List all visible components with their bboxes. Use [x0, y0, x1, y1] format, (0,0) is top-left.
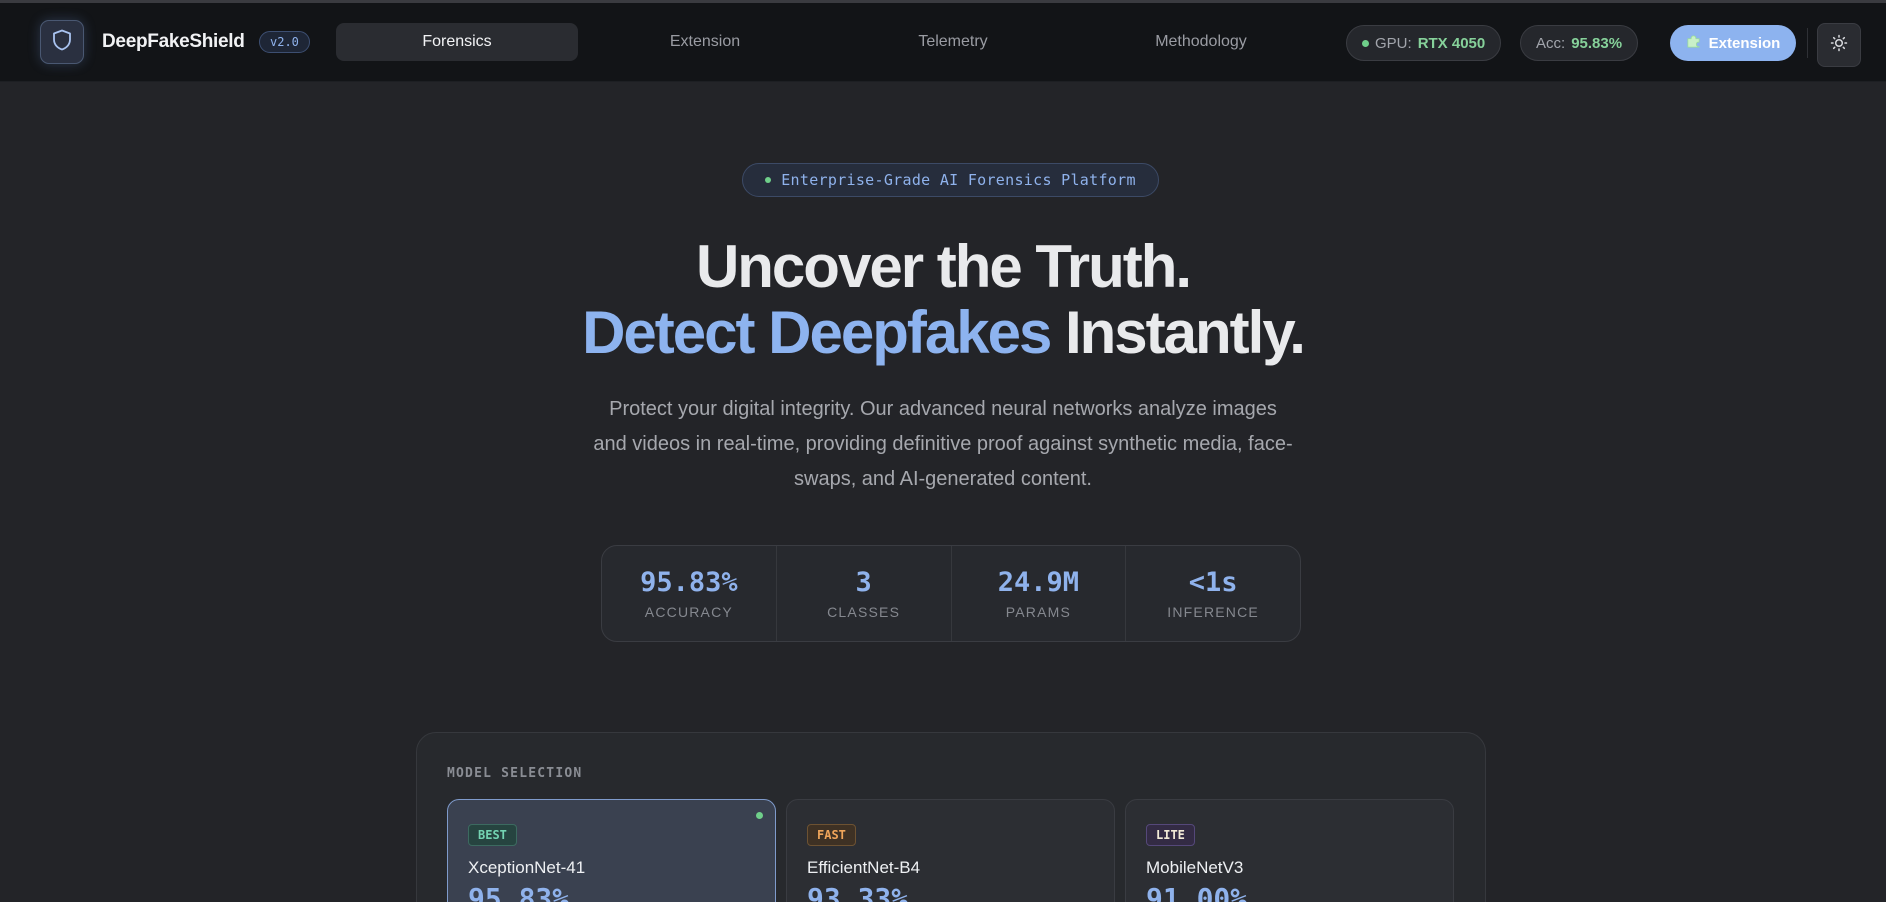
stat-value: 3	[855, 567, 872, 598]
shield-icon	[52, 29, 72, 56]
selected-indicator-icon	[756, 812, 763, 819]
extension-button-label: Extension	[1708, 34, 1781, 52]
status-dot-icon	[765, 177, 772, 183]
acc-label: Acc:	[1536, 34, 1566, 52]
stat-inference: <1s INFERENCE	[1126, 546, 1300, 641]
model-name: MobileNetV3	[1146, 858, 1244, 877]
platform-badge-text: Enterprise-Grade AI Forensics Platform	[781, 171, 1136, 189]
divider	[1807, 28, 1808, 58]
model-card-efficientnet[interactable]: FAST EfficientNet-B4 93.33%	[786, 799, 1115, 902]
accuracy-status-pill: Acc: 95.83%	[1520, 25, 1639, 61]
tab-telemetry[interactable]: Telemetry	[832, 23, 1074, 61]
gpu-value: RTX 4050	[1417, 34, 1486, 52]
stat-label: ACCURACY	[644, 604, 733, 620]
hero-title-rest: Instantly.	[1050, 299, 1306, 366]
model-tag: BEST	[468, 824, 517, 846]
model-selection-title: MODEL SELECTION	[447, 766, 583, 781]
model-tag: LITE	[1146, 824, 1195, 846]
stat-classes: 3 CLASSES	[777, 546, 952, 641]
status-dot-icon	[1362, 39, 1369, 47]
tab-methodology[interactable]: Methodology	[1080, 23, 1322, 61]
brand-name[interactable]: DeepFakeShield	[102, 31, 245, 53]
stat-label: PARAMS	[1005, 604, 1072, 620]
top-navbar: DeepFakeShield v2.0 Forensics Extension …	[0, 3, 1886, 82]
acc-value: 95.83%	[1571, 34, 1623, 52]
stat-value: 24.9M	[997, 567, 1080, 598]
model-accuracy: 93.33%	[807, 882, 909, 902]
logo[interactable]	[40, 20, 84, 64]
stat-value: 95.83%	[640, 567, 738, 598]
hero-title-line2: Detect Deepfakes Instantly.	[0, 298, 1886, 367]
hero-subtitle: Protect your digital integrity. Our adva…	[593, 398, 1293, 490]
hero-title-accent: Detect Deepfakes	[582, 299, 1052, 366]
stat-accuracy: 95.83% ACCURACY	[602, 546, 777, 641]
platform-badge: Enterprise-Grade AI Forensics Platform	[742, 163, 1159, 197]
model-card-xceptionnet[interactable]: BEST XceptionNet-41 95.83%	[447, 799, 776, 902]
model-accuracy: 95.83%	[468, 882, 570, 902]
model-name: EfficientNet-B4	[807, 858, 921, 877]
stats-bar: 95.83% ACCURACY 3 CLASSES 24.9M PARAMS <…	[601, 545, 1301, 642]
hero-title-line1: Uncover the Truth.	[695, 233, 1192, 300]
theme-toggle-button[interactable]	[1817, 23, 1861, 67]
model-accuracy: 91.00%	[1146, 882, 1248, 902]
model-card-mobilenet[interactable]: LITE MobileNetV3 91.00%	[1125, 799, 1454, 902]
stat-value: <1s	[1188, 567, 1238, 598]
puzzle-icon	[1686, 34, 1701, 53]
tab-forensics[interactable]: Forensics	[336, 23, 578, 61]
model-name: XceptionNet-41	[468, 858, 586, 877]
extension-button[interactable]: Extension	[1670, 25, 1796, 61]
sun-icon	[1830, 34, 1848, 57]
gpu-label: GPU:	[1375, 34, 1412, 52]
tab-extension[interactable]: Extension	[584, 23, 826, 61]
stat-label: INFERENCE	[1167, 604, 1259, 620]
version-badge: v2.0	[259, 31, 310, 53]
stat-params: 24.9M PARAMS	[952, 546, 1127, 641]
model-selection-panel: MODEL SELECTION BEST XceptionNet-41 95.8…	[416, 732, 1486, 902]
gpu-status-pill: GPU: RTX 4050	[1346, 25, 1502, 61]
model-tag: FAST	[807, 824, 856, 846]
stat-label: CLASSES	[827, 604, 901, 620]
